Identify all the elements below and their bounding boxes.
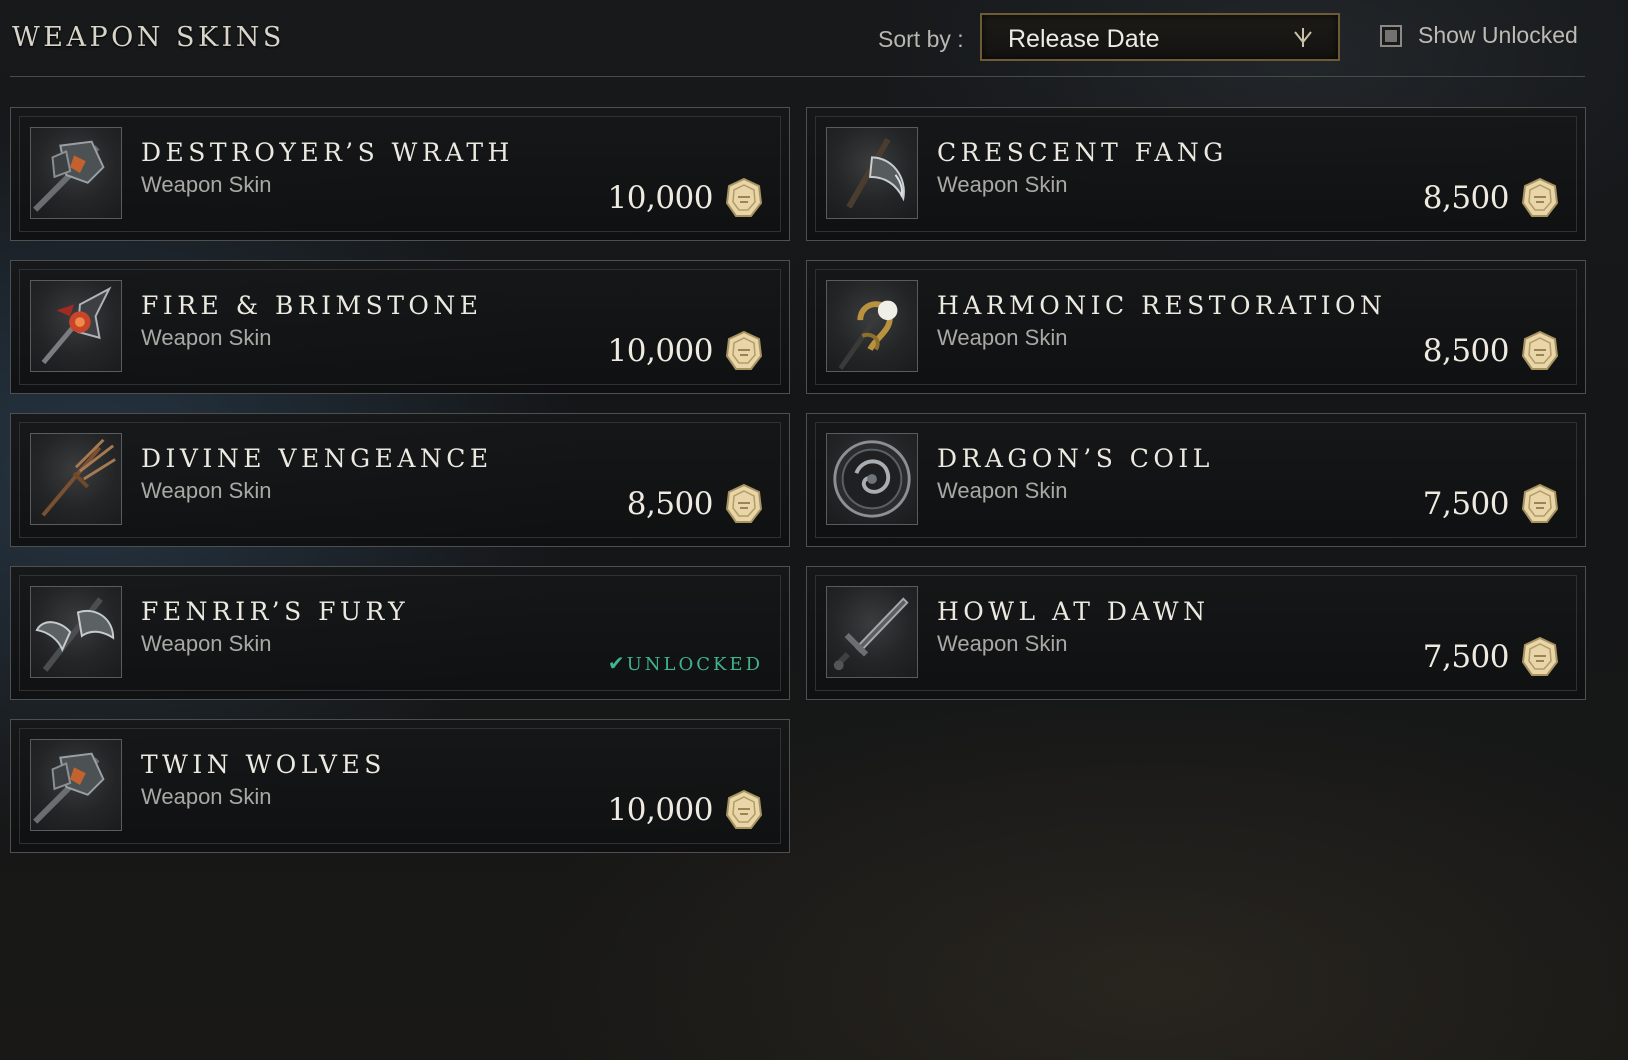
war-hammer-icon: [33, 752, 105, 824]
skin-name: DESTROYER’S WRATH: [141, 138, 514, 167]
hatchet-icon: [846, 137, 905, 209]
price-tag: 10,000: [608, 788, 763, 832]
skins-grid: DESTROYER’S WRATH Weapon Skin 10,000 CRE…: [10, 107, 1586, 853]
weapon-thumbnail: [826, 586, 918, 678]
unlocked-badge: ✔ UNLOCKED: [608, 651, 763, 675]
skin-type: Weapon Skin: [141, 784, 272, 809]
skin-name: HOWL AT DAWN: [937, 597, 1210, 626]
skin-type: Weapon Skin: [937, 172, 1068, 197]
price-value: 10,000: [607, 333, 714, 369]
price-tag: 8,500: [1423, 329, 1559, 373]
skin-type: Weapon Skin: [141, 172, 272, 197]
check-icon: ✔: [607, 651, 625, 675]
coin-icon: [725, 330, 763, 370]
skin-card[interactable]: DRAGON’S COIL Weapon Skin 7,500: [806, 413, 1586, 547]
skin-type: Weapon Skin: [141, 631, 272, 656]
show-unlocked-label: Show Unlocked: [1418, 22, 1578, 48]
price-value: 8,500: [1422, 180, 1510, 216]
weapon-thumbnail: [30, 127, 122, 219]
page-title: WEAPON SKINS: [12, 22, 285, 53]
weapon-thumbnail: [30, 739, 122, 831]
price-value: 7,500: [1422, 486, 1510, 522]
price-tag: 10,000: [608, 176, 763, 220]
price-value: 8,500: [626, 486, 714, 522]
unlocked-label: UNLOCKED: [626, 654, 763, 675]
skin-type: Weapon Skin: [937, 631, 1068, 656]
weapon-thumbnail: [826, 127, 918, 219]
skin-name: DIVINE VENGEANCE: [141, 444, 493, 473]
skin-card[interactable]: FENRIR’S FURY Weapon Skin ✔ UNLOCKED: [10, 566, 790, 700]
skin-card[interactable]: DIVINE VENGEANCE Weapon Skin 8,500: [10, 413, 790, 547]
skin-type: Weapon Skin: [141, 478, 272, 503]
coin-icon: [1521, 330, 1559, 370]
skin-card[interactable]: TWIN WOLVES Weapon Skin 10,000: [10, 719, 790, 853]
price-value: 7,500: [1422, 639, 1510, 675]
life-staff-icon: [838, 300, 898, 370]
weapon-thumbnail: [30, 280, 122, 372]
price-tag: 8,500: [1423, 176, 1559, 220]
skin-type: Weapon Skin: [937, 478, 1068, 503]
skin-card[interactable]: HOWL AT DAWN Weapon Skin 7,500: [806, 566, 1586, 700]
skin-name: DRAGON’S COIL: [937, 444, 1214, 473]
skin-card[interactable]: HARMONIC RESTORATION Weapon Skin 8,500: [806, 260, 1586, 394]
weapon-thumbnail: [30, 433, 122, 525]
coin-icon: [1521, 636, 1559, 676]
spear-icon: [41, 438, 116, 517]
checkbox-indicator: [1385, 30, 1397, 42]
skin-name: TWIN WOLVES: [141, 750, 386, 779]
fire-staff-icon: [41, 286, 112, 365]
skin-card[interactable]: DESTROYER’S WRATH Weapon Skin 10,000: [10, 107, 790, 241]
coin-icon: [1521, 177, 1559, 217]
price-tag: 7,500: [1423, 482, 1559, 526]
weapon-skins-screen: WEAPON SKINS Sort by : Release Date Show…: [0, 0, 1628, 1060]
war-hammer-icon: [33, 140, 105, 212]
weapon-thumbnail: [30, 586, 122, 678]
skin-card[interactable]: CRESCENT FANG Weapon Skin 8,500: [806, 107, 1586, 241]
chevron-down-icon: [1292, 27, 1314, 49]
skin-name: CRESCENT FANG: [937, 138, 1228, 167]
coin-icon: [725, 789, 763, 829]
great-axe-icon: [35, 597, 115, 672]
coin-icon: [1521, 483, 1559, 523]
header-bar: WEAPON SKINS Sort by : Release Date Show…: [10, 0, 1585, 77]
coin-icon: [725, 483, 763, 523]
sort-label: Sort by :: [878, 26, 964, 52]
sort-dropdown[interactable]: Release Date: [980, 13, 1340, 61]
price-tag: 7,500: [1423, 635, 1559, 679]
shield-icon: [833, 440, 911, 518]
show-unlocked-checkbox[interactable]: [1380, 25, 1402, 47]
skin-name: FIRE & BRIMSTONE: [141, 291, 483, 320]
sort-dropdown-value: Release Date: [1008, 25, 1160, 53]
weapon-thumbnail: [826, 433, 918, 525]
weapon-thumbnail: [826, 280, 918, 372]
coin-icon: [725, 177, 763, 217]
skin-type: Weapon Skin: [937, 325, 1068, 350]
price-value: 10,000: [607, 792, 714, 828]
skin-type: Weapon Skin: [141, 325, 272, 350]
price-value: 8,500: [1422, 333, 1510, 369]
price-tag: 8,500: [627, 482, 763, 526]
price-tag: 10,000: [608, 329, 763, 373]
sword-icon: [833, 597, 909, 671]
skin-card[interactable]: FIRE & BRIMSTONE Weapon Skin 10,000: [10, 260, 790, 394]
skin-name: HARMONIC RESTORATION: [937, 291, 1387, 320]
price-value: 10,000: [607, 180, 714, 216]
skin-name: FENRIR’S FURY: [141, 597, 410, 626]
